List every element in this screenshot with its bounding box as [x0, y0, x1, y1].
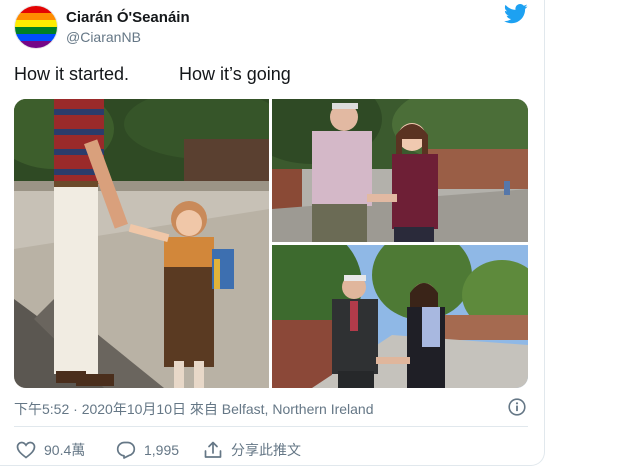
- reply-count: 1,995: [144, 442, 180, 458]
- share-label: 分享此推文: [231, 442, 301, 458]
- user-handle[interactable]: @CiaranNB: [66, 29, 141, 45]
- reply-bubble-icon: [116, 441, 136, 459]
- tweet-card: Ciarán Ó'Seanáin @CiaranNB How it starte…: [0, 0, 545, 466]
- display-name[interactable]: Ciarán Ó'Seanáin: [66, 9, 190, 26]
- twitter-bird-icon[interactable]: [504, 4, 528, 24]
- info-icon[interactable]: [508, 398, 526, 416]
- photo-how-it-started[interactable]: [14, 99, 269, 388]
- share-button[interactable]: 分享此推文: [203, 440, 301, 460]
- heart-icon: [16, 441, 36, 459]
- share-icon: [204, 441, 222, 458]
- photo-how-its-going-graduation[interactable]: [272, 245, 528, 388]
- like-count: 90.4萬: [44, 442, 86, 458]
- tweet-text: How it started. How it’s going: [14, 64, 291, 84]
- reply-button[interactable]: 1,995: [116, 440, 179, 460]
- like-button[interactable]: 90.4萬: [16, 440, 85, 460]
- photo-how-its-going-handshake[interactable]: [272, 99, 528, 242]
- tweet-meta: 下午5:52 · 2020年10月10日 來自 Belfast, Norther…: [14, 401, 374, 417]
- avatar[interactable]: [14, 5, 58, 49]
- divider: [14, 426, 528, 427]
- media-grid: [14, 99, 528, 388]
